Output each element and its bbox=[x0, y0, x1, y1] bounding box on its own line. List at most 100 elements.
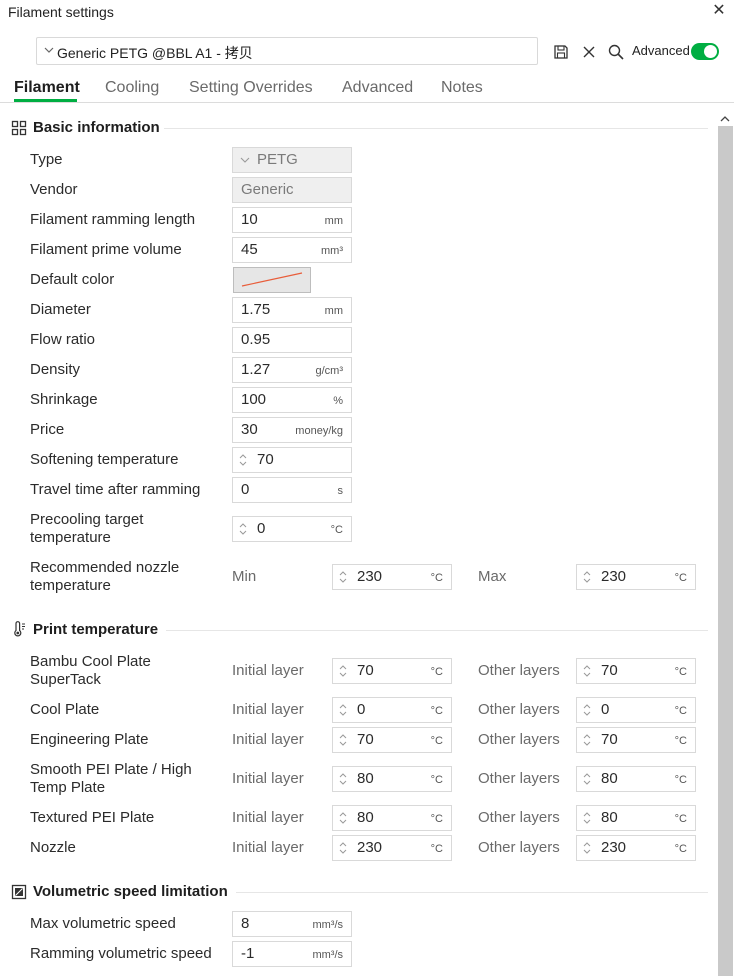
tab-cooling[interactable]: Cooling bbox=[105, 79, 159, 97]
shrinkage-input[interactable]: 100 % bbox=[232, 387, 352, 413]
tab-advanced[interactable]: Advanced bbox=[342, 79, 413, 97]
other-layers-temp-input[interactable]: 70 °C bbox=[576, 658, 696, 684]
other-layers-temp-input[interactable]: 80 °C bbox=[576, 766, 696, 792]
unit-label: °C bbox=[674, 666, 687, 678]
type-label: Type bbox=[30, 151, 63, 168]
prime-volume-label: Filament prime volume bbox=[30, 241, 182, 258]
other-layers-temp-input[interactable]: 0 °C bbox=[576, 697, 696, 723]
price-label: Price bbox=[30, 421, 65, 438]
spinner-icon[interactable] bbox=[338, 662, 348, 680]
spinner-icon[interactable] bbox=[338, 770, 348, 788]
ramming-volumetric-label: Ramming volumetric speed bbox=[30, 945, 212, 962]
initial-layer-temp-input[interactable]: 80 °C bbox=[332, 766, 452, 792]
unit-label: mm³/s bbox=[312, 949, 343, 961]
initial-layer-label: Initial layer bbox=[232, 809, 304, 826]
unit-label: money/kg bbox=[295, 425, 343, 437]
nozzle-rec-label-line1: Recommended nozzle bbox=[30, 559, 180, 576]
spinner-icon[interactable] bbox=[338, 809, 348, 827]
price-input[interactable]: 30 money/kg bbox=[232, 417, 352, 443]
spinner-icon[interactable] bbox=[338, 568, 348, 586]
scrollbar-thumb[interactable] bbox=[718, 126, 733, 976]
nozzle-min-input[interactable]: 230 °C bbox=[332, 564, 452, 590]
diameter-value: 1.75 bbox=[241, 301, 271, 318]
other-layers-temp-value: 70 bbox=[601, 731, 618, 748]
spinner-icon[interactable] bbox=[582, 839, 592, 857]
default-color-label: Default color bbox=[30, 271, 115, 288]
other-layers-label: Other layers bbox=[478, 839, 560, 856]
save-icon[interactable] bbox=[552, 43, 570, 61]
initial-layer-temp-input[interactable]: 70 °C bbox=[332, 658, 452, 684]
delete-icon[interactable] bbox=[580, 43, 598, 61]
other-layers-temp-value: 80 bbox=[601, 770, 618, 787]
flow-ratio-value: 0.95 bbox=[241, 331, 271, 348]
unit-label: % bbox=[333, 395, 343, 407]
other-layers-temp-input[interactable]: 70 °C bbox=[576, 727, 696, 753]
initial-layer-temp-input[interactable]: 0 °C bbox=[332, 697, 452, 723]
softening-temp-input[interactable]: 70 bbox=[232, 447, 352, 473]
tab-notes[interactable]: Notes bbox=[441, 79, 483, 97]
plate-label-line2: SuperTack bbox=[30, 671, 101, 688]
chevron-down-icon bbox=[240, 157, 250, 163]
precooling-label-line1: Precooling target bbox=[30, 511, 144, 528]
scroll-up-icon[interactable] bbox=[719, 114, 731, 124]
spinner-icon[interactable] bbox=[582, 770, 592, 788]
spinner-icon[interactable] bbox=[338, 839, 348, 857]
nozzle-max-value: 230 bbox=[601, 568, 627, 585]
initial-layer-temp-value: 230 bbox=[357, 839, 383, 856]
initial-layer-temp-input[interactable]: 80 °C bbox=[332, 805, 452, 831]
max-volumetric-input[interactable]: 8 mm³/s bbox=[232, 911, 352, 937]
density-input[interactable]: 1.27 g/cm³ bbox=[232, 357, 352, 383]
search-icon[interactable] bbox=[607, 43, 625, 61]
advanced-label: Advanced bbox=[632, 43, 690, 58]
prime-volume-input[interactable]: 45 mm³ bbox=[232, 237, 352, 263]
unit-label: °C bbox=[430, 572, 443, 584]
unit-label: g/cm³ bbox=[315, 365, 344, 377]
section-title-print-temp: Print temperature bbox=[33, 621, 159, 638]
preset-select[interactable]: Generic PETG @BBL A1 - 拷贝 bbox=[36, 37, 538, 65]
unit-label: °C bbox=[430, 705, 443, 717]
unit-label: °C bbox=[430, 843, 443, 855]
travel-time-value: 0 bbox=[241, 481, 250, 498]
type-value: PETG bbox=[257, 151, 298, 168]
spinner-icon[interactable] bbox=[582, 731, 592, 749]
tab-setting-overrides[interactable]: Setting Overrides bbox=[189, 79, 313, 97]
nozzle-min-value: 230 bbox=[357, 568, 383, 585]
ramming-volumetric-input[interactable]: -1 mm³/s bbox=[232, 941, 352, 967]
spinner-icon[interactable] bbox=[582, 809, 592, 827]
section-divider bbox=[236, 892, 708, 893]
travel-time-input[interactable]: 0 s bbox=[232, 477, 352, 503]
volumetric-icon bbox=[11, 884, 27, 900]
nozzle-max-input[interactable]: 230 °C bbox=[576, 564, 696, 590]
other-layers-temp-input[interactable]: 80 °C bbox=[576, 805, 696, 831]
other-layers-temp-input[interactable]: 230 °C bbox=[576, 835, 696, 861]
density-label: Density bbox=[30, 361, 81, 378]
ramming-volumetric-value: -1 bbox=[241, 945, 255, 962]
prime-volume-value: 45 bbox=[241, 241, 258, 258]
unit-label: mm bbox=[324, 215, 343, 227]
tab-filament[interactable]: Filament bbox=[14, 79, 80, 97]
unit-label: °C bbox=[430, 735, 443, 747]
unit-label: °C bbox=[430, 666, 443, 678]
advanced-toggle[interactable] bbox=[691, 43, 719, 60]
default-color-button[interactable] bbox=[233, 267, 311, 293]
spinner-icon[interactable] bbox=[238, 451, 248, 469]
initial-layer-temp-input[interactable]: 230 °C bbox=[332, 835, 452, 861]
unit-label: mm³/s bbox=[312, 919, 343, 931]
spinner-icon[interactable] bbox=[238, 520, 248, 538]
spinner-icon[interactable] bbox=[338, 731, 348, 749]
spinner-icon[interactable] bbox=[582, 568, 592, 586]
close-icon[interactable]: ✕ bbox=[710, 2, 728, 20]
precooling-input[interactable]: 0 °C bbox=[232, 516, 352, 542]
ramming-length-input[interactable]: 10 mm bbox=[232, 207, 352, 233]
initial-layer-label: Initial layer bbox=[232, 770, 304, 787]
other-layers-label: Other layers bbox=[478, 770, 560, 787]
initial-layer-temp-input[interactable]: 70 °C bbox=[332, 727, 452, 753]
flow-ratio-input[interactable]: 0.95 bbox=[232, 327, 352, 353]
flow-ratio-label: Flow ratio bbox=[30, 331, 96, 348]
spinner-icon[interactable] bbox=[338, 701, 348, 719]
diameter-input[interactable]: 1.75 mm bbox=[232, 297, 352, 323]
spinner-icon[interactable] bbox=[582, 662, 592, 680]
precooling-label-line2: temperature bbox=[30, 529, 111, 546]
spinner-icon[interactable] bbox=[582, 701, 592, 719]
section-title-volumetric: Volumetric speed limitation bbox=[33, 883, 228, 900]
